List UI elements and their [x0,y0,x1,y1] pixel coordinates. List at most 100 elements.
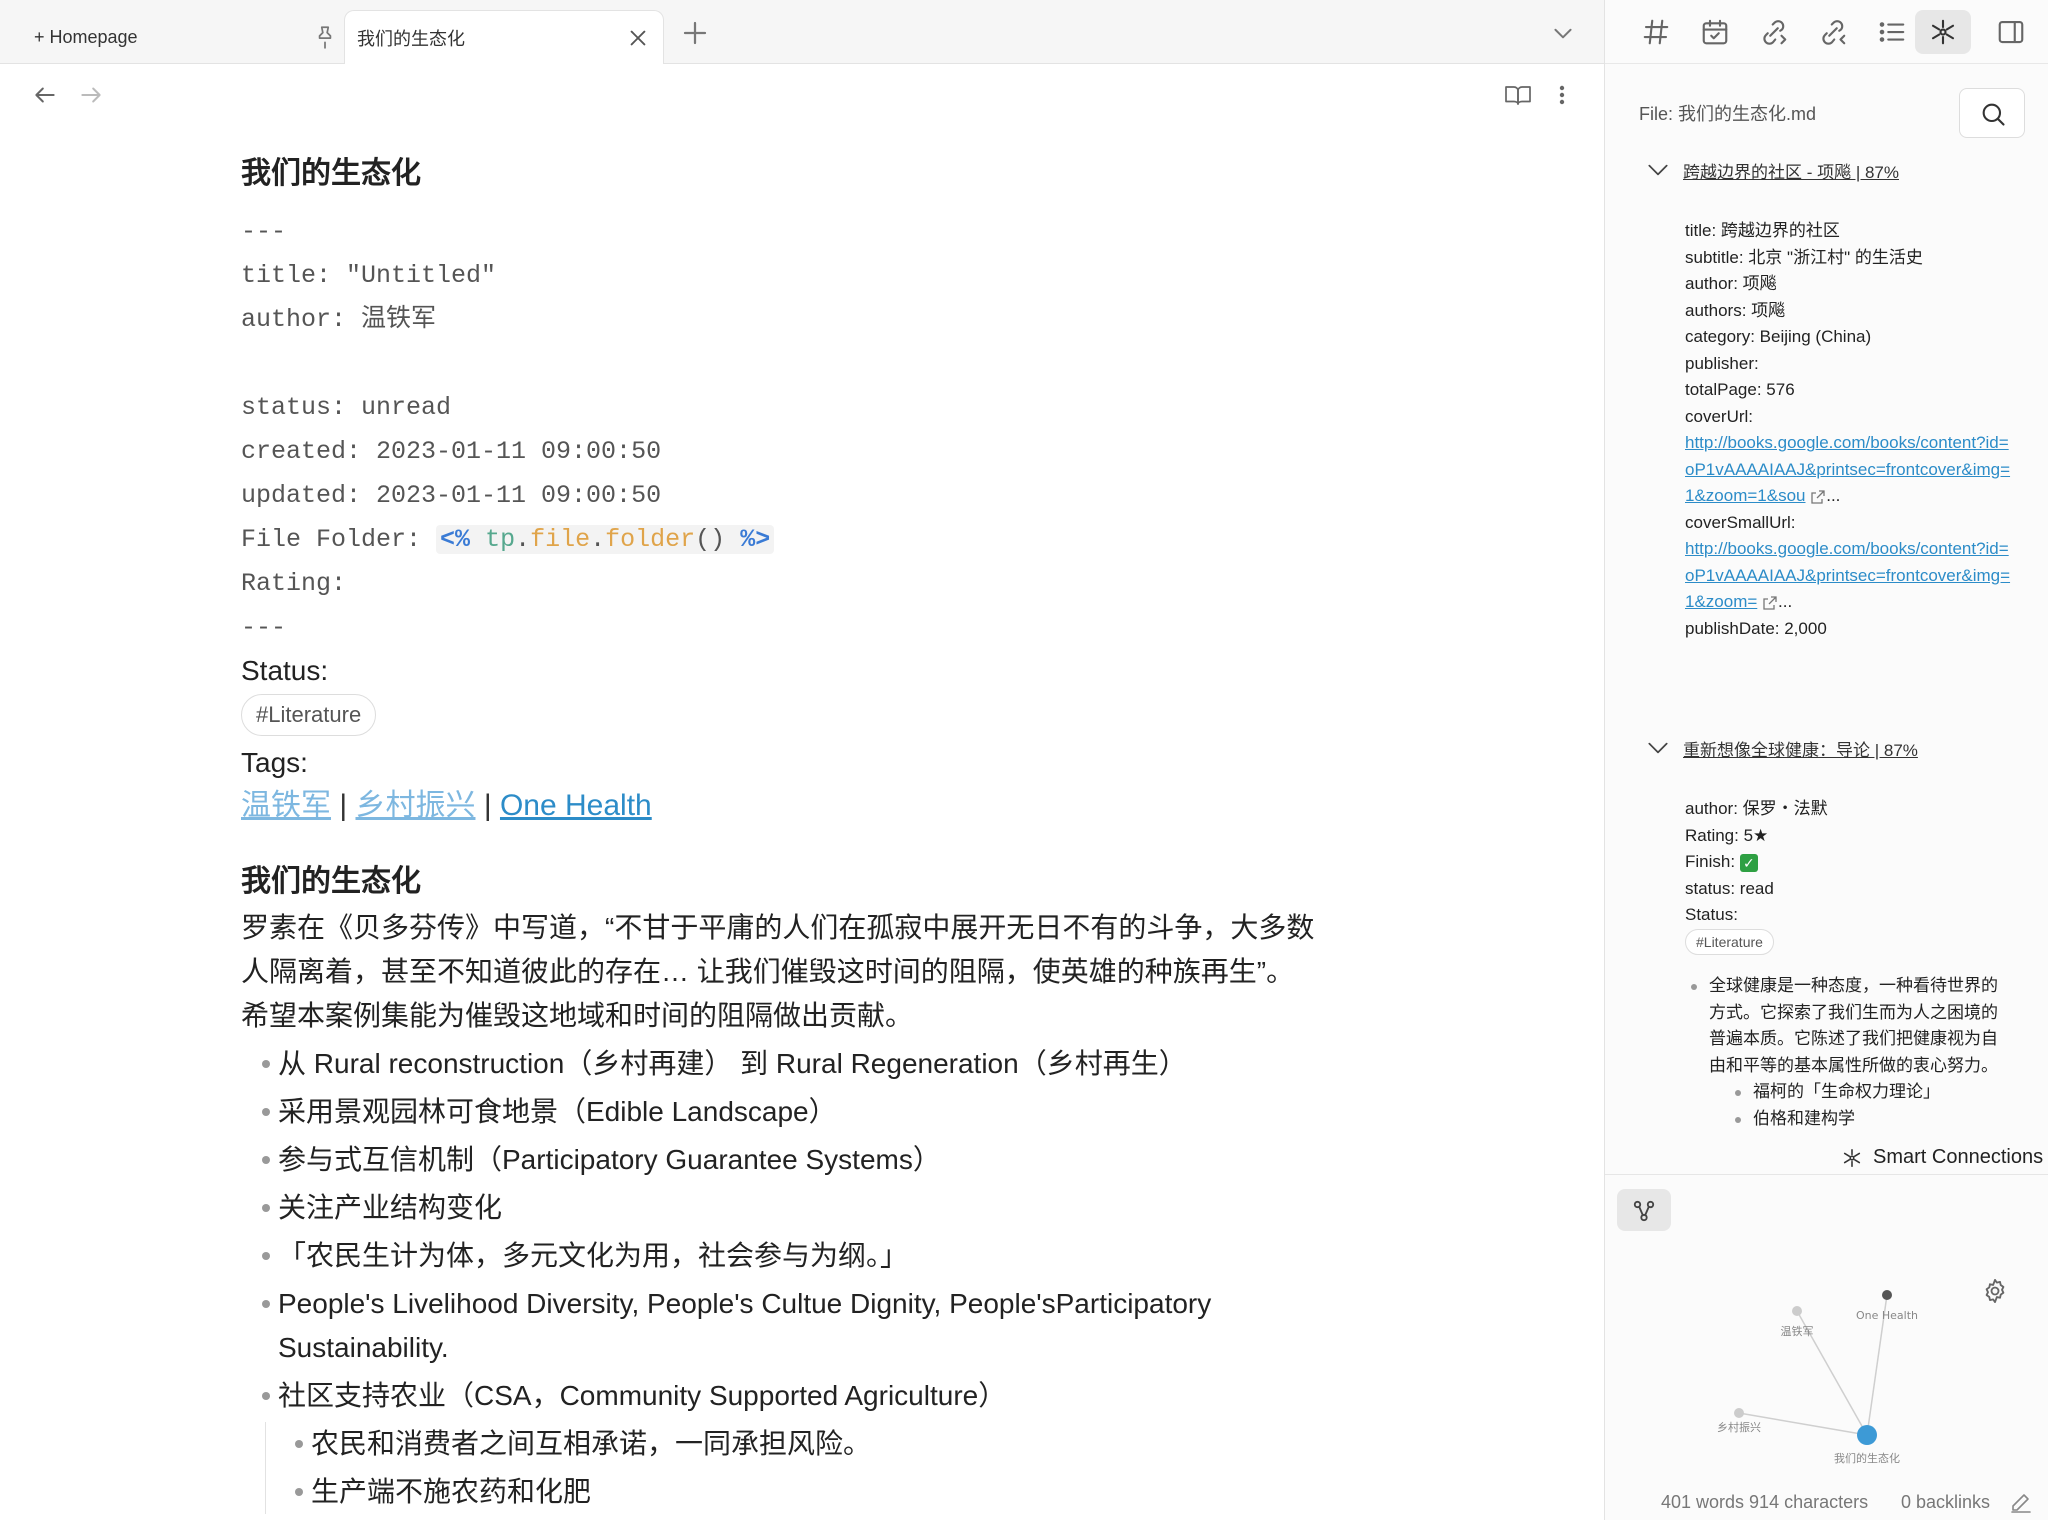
smart-connections-label: Smart Connections [1873,1146,2044,1168]
word-count: 401 words 914 characters [1661,1492,1869,1512]
list-item: 福柯的「生命权力理论」 [1687,1079,2007,1106]
tab-active-label: 我们的生态化 [357,28,465,49]
code-dot: . [515,525,531,554]
bullet-list: 从 Rural reconstruction（乡村再建） 到 Rural Reg… [241,1042,1371,1418]
frontmatter-status: status: unread [241,393,452,422]
paragraph-line: 希望本案例集能为催毁这地域和时间的阻隔做出贡献。 [241,1000,914,1031]
pin-icon[interactable] [312,24,338,50]
list-item: 「农民生计为体，多元文化为用，社会参与为纲。」 [241,1234,1371,1278]
code-open: <% [440,525,471,554]
tag-separator: | [339,789,348,822]
list-item: 从 Rural reconstruction（乡村再建） 到 Rural Reg… [241,1042,1371,1086]
forward-arrow-icon[interactable] [78,82,104,108]
status-tag[interactable]: #Literature [241,694,377,736]
result-title[interactable]: 重新想像全球健康：导论 | 87% [1683,736,1918,761]
sub-bullet-list: 农民和消费者之间互相承诺，一同承担风险。 生产端不施农药和化肥 [265,1422,1371,1514]
check-icon: ✓ [1739,853,1758,872]
cover-url-link[interactable]: http://books.google.com/books/content?id… [1685,433,2010,505]
meta-line: status: read [1685,878,1774,898]
finish-label: Finish: [1685,852,1736,871]
paragraph-line: 罗素在《贝多芬传》中写道，“不甘于平庸的人们在孤寂中展开无日不有的斗争，大多数 [241,912,1315,943]
chevron-down-icon[interactable] [1645,735,1671,761]
cover-small-url-link[interactable]: http://books.google.com/books/content?id… [1685,539,2010,611]
external-link-icon [1811,489,1825,504]
chevron-down-icon[interactable] [1550,20,1576,46]
graph-icon [1633,1200,1655,1222]
result-heading[interactable]: 重新想像全球健康：导论 | 87% [1645,733,1918,763]
list-item: 关注产业结构变化 [241,1186,1371,1230]
meta-line: Rating: 5★ [1685,825,1769,845]
list-item: 采用景观园林可食地景（Edible Landscape） [241,1090,1371,1134]
smart-connections-icon[interactable] [1928,17,1958,47]
tab-active-note[interactable]: 我们的生态化 [344,10,664,64]
status-label: Status: [241,655,329,686]
tab-homepage[interactable]: + Homepage [8,10,338,64]
local-graph-view[interactable]: 温铁军 One Health 乡村振兴 我们的生态化 [1605,1174,2048,1474]
chevron-down-icon[interactable] [1645,157,1671,183]
folder-key: File Folder: [241,525,437,554]
tab-homepage-label: + Homepage [34,26,138,47]
gear-icon[interactable] [1981,1277,2009,1305]
frontmatter-author: author: 温铁军 [241,305,437,334]
smart-connections-icon [1843,1148,1861,1167]
graph-node-label: 我们的生态化 [1834,1451,1900,1465]
link-out-icon[interactable] [1818,17,1848,47]
list-item: 参与式互信机制（Participatory Guarantee Systems） [241,1138,1371,1182]
result-title[interactable]: 跨越边界的社区 - 项飚 | 87% [1683,158,1899,183]
right-sidebar: File: 我们的生态化.md 跨越边界的社区 - 项飚 | 87% title… [1604,0,2048,1520]
tag-pill[interactable]: #Literature [1685,928,1774,955]
new-tab-icon[interactable] [680,18,710,48]
meta-line: author: 保罗・法默 [1685,799,1828,818]
external-link-icon [1763,595,1777,610]
intro-paragraph: 罗素在《贝多芬传》中写道，“不甘于平庸的人们在孤寂中展开无日不有的斗争，大多数 … [241,906,1371,1038]
meta-line: publisher: [1685,353,1759,373]
meta-line: category: Beijing (China) [1685,327,1872,346]
result-heading[interactable]: 跨越边界的社区 - 项飚 | 87% [1645,155,1899,185]
current-file-label: File: 我们的生态化.md [1639,104,1817,124]
more-options-icon[interactable] [1552,82,1572,108]
list-item: 社区支持农业（CSA，Community Supported Agricultu… [241,1374,1371,1418]
graph-node[interactable] [1882,1290,1892,1300]
paragraph-line: 人隔离着，甚至不知道彼此的存在… 让我们催毁这时间的阻隔，使英雄的种族再生”。 [241,956,1295,987]
graph-node-label: 乡村振兴 [1717,1420,1761,1434]
edit-mode-icon[interactable] [2009,1490,2033,1514]
tag-link-rural-revitalization[interactable]: 乡村振兴 [355,789,475,822]
reading-view-icon[interactable] [1504,82,1532,108]
back-arrow-icon[interactable] [32,82,58,108]
section-heading: 我们的生态化 [241,865,421,898]
hash-icon[interactable] [1641,17,1671,47]
search-icon [1982,103,2005,126]
meta-line: Status: [1685,905,1738,924]
code-dot: . [590,525,606,554]
frontmatter-updated: updated: 2023-01-11 09:00:50 [241,481,662,510]
meta-line: totalPage: 576 [1685,380,1795,399]
tag-link-wentiejun[interactable]: 温铁军 [241,789,331,822]
frontmatter-dash-open: --- [241,217,287,246]
frontmatter-rating: Rating: [241,569,347,598]
link-in-icon[interactable] [1759,17,1789,47]
backlinks-count[interactable]: 0 backlinks [1901,1492,1990,1513]
search-button[interactable] [1959,88,2025,138]
close-icon[interactable] [627,27,649,49]
graph-node-label: 温铁军 [1781,1325,1814,1338]
frontmatter-blank [241,342,1371,386]
note-content[interactable]: 我们的生态化 --- title: "Untitled" author: 温铁军… [241,150,1371,1518]
ellipsis: ... [1778,592,1793,611]
graph-node[interactable] [1857,1425,1877,1445]
list-item: 全球健康是一种态度，一种看待世界的方式。它探索了我们生而为人之困境的普遍本质。它… [1687,973,2007,1079]
graph-toggle-button[interactable] [1617,1189,1671,1231]
graph-node[interactable] [1734,1408,1744,1418]
graph-node[interactable] [1792,1306,1802,1316]
frontmatter-folder: File Folder: <% tp.file.folder() %> [241,518,1371,562]
tag-link-one-health[interactable]: One Health [500,789,652,822]
sidebar-toggle-icon[interactable] [1996,17,2026,47]
ellipsis: ... [1826,486,1841,505]
code-prop: file [530,525,591,554]
graph-canvas[interactable]: 温铁军 One Health 乡村振兴我们的生态化 [1605,1175,2048,1475]
calendar-icon[interactable] [1700,17,1730,47]
tag-links: 温铁军 | 乡村振兴 | One Health [241,784,1371,828]
code-close: %> [740,525,771,554]
smart-connections-footer[interactable]: Smart Connections [1837,1146,2048,1169]
meta-line: author: 项飚 [1685,274,1777,293]
outline-icon[interactable] [1877,17,1907,47]
